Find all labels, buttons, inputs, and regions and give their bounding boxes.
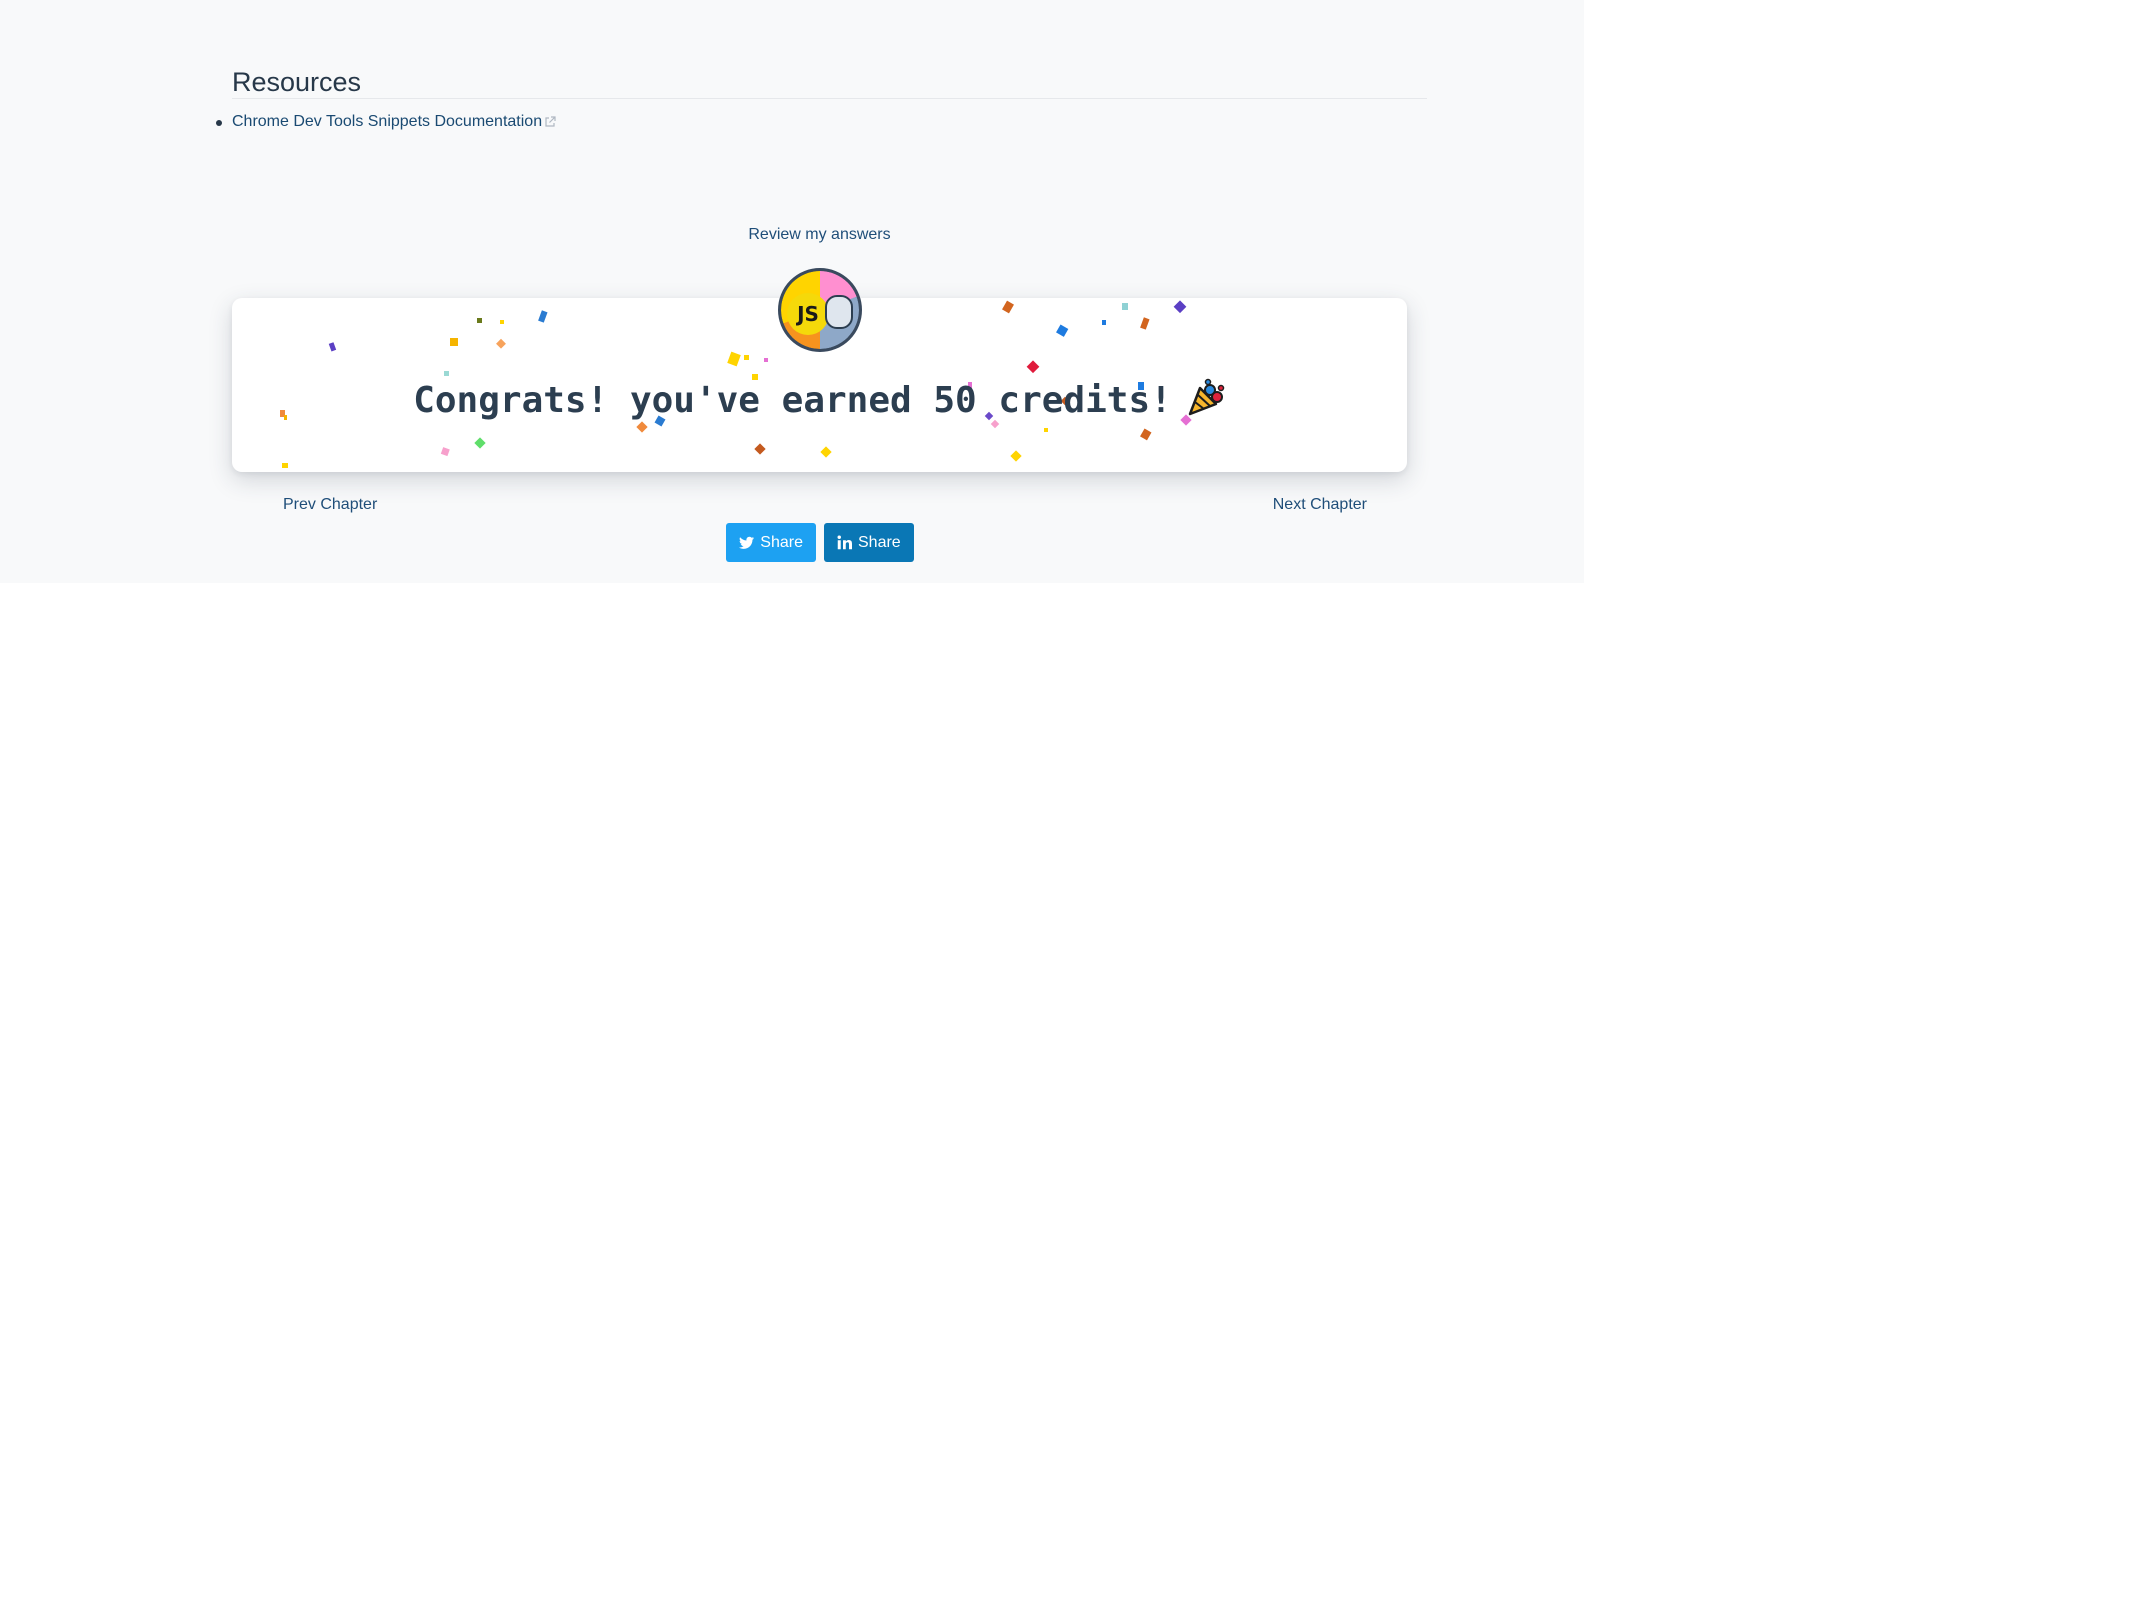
- resources-divider: [232, 98, 1427, 99]
- congrats-message-row: Congrats! you've earned 50 credits!: [232, 378, 1407, 423]
- resources-list: Chrome Dev Tools Snippets Documentation: [215, 110, 556, 134]
- next-chapter-link[interactable]: Next Chapter: [1273, 493, 1367, 517]
- robot-mascot-icon: [825, 295, 853, 329]
- share-buttons: Share Share: [726, 523, 914, 562]
- resource-item: Chrome Dev Tools Snippets Documentation: [215, 110, 556, 134]
- lesson-footer-area: Resources Chrome Dev Tools Snippets Docu…: [0, 0, 1584, 583]
- linkedin-share-label: Share: [858, 533, 901, 551]
- congrats-message: Congrats! you've earned 50 credits!: [413, 380, 1172, 421]
- external-link-icon: [545, 116, 556, 127]
- achievement-badge: JS: [778, 268, 862, 352]
- prev-chapter-link[interactable]: Prev Chapter: [283, 493, 377, 517]
- resources-heading: Resources: [232, 67, 362, 97]
- congrats-card: JS Congrats! you've earned 50 credits!: [232, 268, 1407, 472]
- twitter-icon: [739, 536, 755, 549]
- resource-link-label: Chrome Dev Tools Snippets Documentation: [232, 113, 543, 130]
- lesson-content: Resources Chrome Dev Tools Snippets Docu…: [215, 0, 1427, 583]
- javascript-logo-icon: JS: [787, 293, 829, 335]
- twitter-share-button[interactable]: Share: [726, 523, 816, 562]
- review-answers-link[interactable]: Review my answers: [232, 223, 1407, 247]
- linkedin-icon: [837, 535, 852, 550]
- twitter-share-label: Share: [760, 533, 803, 551]
- resource-link-chrome-snippets[interactable]: Chrome Dev Tools Snippets Documentation: [232, 113, 556, 130]
- linkedin-share-button[interactable]: Share: [824, 523, 914, 562]
- party-popper-icon: [1188, 378, 1225, 416]
